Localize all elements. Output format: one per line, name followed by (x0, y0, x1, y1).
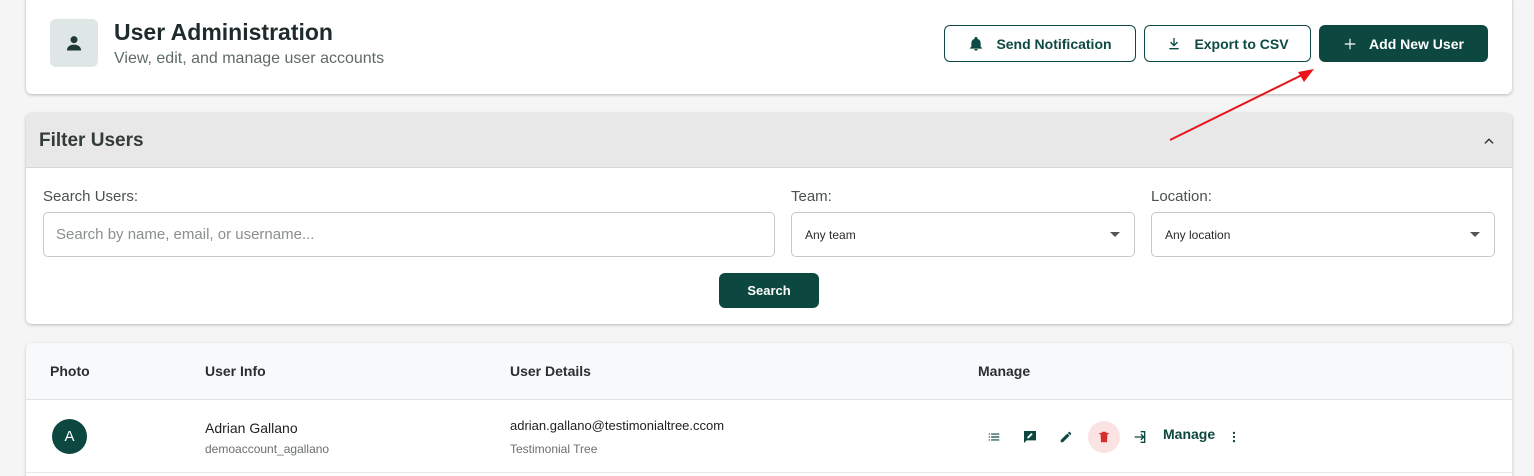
column-header-user-details: User Details (510, 363, 591, 379)
location-select-value: Any location (1165, 227, 1231, 242)
send-notification-label: Send Notification (996, 35, 1112, 52)
filter-panel-title: Filter Users (39, 130, 144, 151)
search-button[interactable]: Search (719, 273, 819, 308)
caret-down-icon (1470, 232, 1480, 237)
edit-icon[interactable] (1052, 423, 1080, 451)
more-vertical-icon[interactable] (1220, 423, 1248, 451)
users-table: Photo User Info User Details Manage A Ad… (26, 343, 1512, 476)
team-label: Team: (791, 188, 832, 205)
add-new-user-label: Add New User (1369, 35, 1464, 52)
search-users-label: Search Users: (43, 188, 139, 205)
export-csv-button[interactable]: Export to CSV (1144, 25, 1311, 62)
page-title: User Administration (114, 19, 333, 45)
user-email: adrian.gallano@testimonialtree.ccom (510, 418, 725, 433)
filter-panel: Filter Users Search Users: Team: Any tea… (26, 113, 1512, 324)
user-name: Adrian Gallano (205, 420, 298, 436)
manage-link[interactable]: Manage (1163, 426, 1215, 442)
feedback-icon[interactable] (1016, 423, 1044, 451)
user-admin-page: User Administration View, edit, and mana… (0, 0, 1534, 476)
table-row: A Adrian Gallano demoaccount_agallano ad… (26, 400, 1512, 473)
username: demoaccount_agallano (205, 442, 330, 456)
person-icon (50, 19, 98, 67)
caret-down-icon (1110, 232, 1120, 237)
search-input[interactable] (43, 212, 775, 257)
team-select-value: Any team (805, 227, 856, 242)
table-header: Photo User Info User Details Manage (26, 343, 1512, 400)
plus-icon (1344, 38, 1356, 49)
column-header-manage: Manage (978, 363, 1031, 379)
list-icon[interactable] (980, 423, 1008, 451)
bell-icon (970, 36, 983, 51)
trash-icon[interactable] (1088, 421, 1120, 453)
column-header-photo: Photo (50, 363, 90, 379)
header-card: User Administration View, edit, and mana… (26, 0, 1512, 94)
filter-panel-header[interactable]: Filter Users (26, 113, 1512, 168)
page-subtitle: View, edit, and manage user accounts (114, 50, 385, 67)
export-csv-label: Export to CSV (1194, 35, 1289, 52)
location-select[interactable]: Any location (1151, 212, 1495, 257)
login-icon[interactable] (1126, 423, 1154, 451)
location-label: Location: (1151, 188, 1212, 205)
avatar: A (52, 419, 87, 454)
column-header-user-info: User Info (205, 363, 266, 379)
team-select[interactable]: Any team (791, 212, 1135, 257)
download-icon (1169, 37, 1180, 49)
send-notification-button[interactable]: Send Notification (944, 25, 1136, 62)
user-company: Testimonial Tree (510, 442, 598, 456)
add-new-user-button[interactable]: Add New User (1319, 25, 1488, 62)
chevron-up-icon[interactable] (1480, 132, 1498, 150)
